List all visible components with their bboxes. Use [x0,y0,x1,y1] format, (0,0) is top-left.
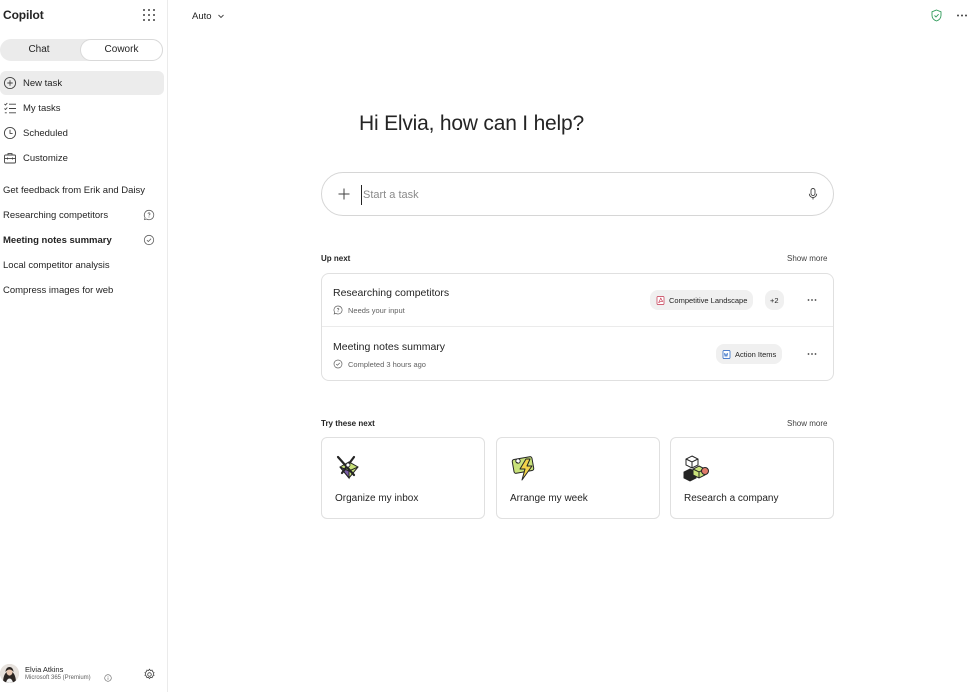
nav-my-tasks[interactable]: My tasks [0,96,164,120]
microphone-icon[interactable] [807,187,819,201]
nav-new-task[interactable]: New task [0,71,164,95]
avatar [0,664,19,683]
nav-label: Customize [23,152,68,164]
start-task-input[interactable] [361,185,781,205]
suggestion-label: Arrange my week [510,493,588,504]
pdf-file-icon [656,295,665,305]
task-item-local-competitor-analysis[interactable]: Local competitor analysis [0,254,164,276]
task-item-get-feedback[interactable]: Get feedback from Erik and Daisy [0,179,164,201]
cubes-illustration-icon [683,453,713,483]
check-circle-icon [143,234,155,246]
toolbox-icon [3,151,17,165]
profile-area[interactable]: Elvia Atkins Microsoft 365 (Premium) [0,663,167,687]
app-launcher-icon[interactable] [141,7,157,23]
attachment-chip-action-items[interactable]: Action Items [716,344,783,364]
task-label: Local competitor analysis [3,259,110,271]
up-next-show-more-link[interactable]: Show more [787,254,827,263]
profile-name: Elvia Atkins [25,665,64,674]
task-list-icon [3,101,17,115]
up-next-item-researching-competitors[interactable]: Researching competitors Needs your input… [322,274,833,327]
task-label: Get feedback from Erik and Daisy [3,184,146,196]
check-circle-icon [333,359,343,369]
sidebar: Copilot Chat Cowork New task My tasks Sc… [0,0,168,692]
inbox-illustration-icon [334,453,364,483]
tab-chat[interactable]: Chat [0,39,78,61]
up-next-status: Completed 3 hours ago [333,359,426,369]
up-next-item-meeting-notes-summary[interactable]: Meeting notes summary Completed 3 hours … [322,328,833,381]
nav-label: Scheduled [23,127,68,139]
task-item-researching-competitors[interactable]: Researching competitors [0,204,164,226]
task-label: Meeting notes summary [3,234,112,246]
nav-customize[interactable]: Customize [0,146,164,170]
up-next-title: Meeting notes summary [333,341,446,353]
profile-plan: Microsoft 365 (Premium) [25,675,91,681]
task-label: Compress images for web [3,284,114,296]
mode-switcher: Chat Cowork [0,39,163,61]
try-next-show-more-link[interactable]: Show more [787,419,827,428]
suggestion-card-arrange-week[interactable]: Arrange my week [496,437,660,519]
shield-check-icon[interactable] [930,9,943,22]
suggestion-label: Organize my inbox [335,493,419,504]
suggestion-card-organize-inbox[interactable]: Organize my inbox [321,437,485,519]
copilot-app: Copilot Chat Cowork New task My tasks Sc… [0,0,979,692]
more-options-icon[interactable] [805,347,819,361]
up-next-card: Researching competitors Needs your input… [321,273,834,381]
chip-label: Action Items [735,349,777,359]
suggestion-label: Research a company [684,493,779,504]
up-next-title: Researching competitors [333,287,450,299]
app-title: Copilot [3,8,44,22]
task-label: Researching competitors [3,209,109,221]
chevron-down-icon [217,12,225,20]
tab-cowork[interactable]: Cowork [80,39,163,61]
more-options-icon[interactable] [955,9,969,22]
chat-help-icon [333,305,343,315]
model-picker[interactable]: Auto [192,9,225,23]
task-composer [321,172,834,216]
try-next-heading: Try these next [321,419,375,428]
up-next-status-text: Needs your input [348,305,405,315]
nav-scheduled[interactable]: Scheduled [0,121,164,145]
plus-icon[interactable] [337,187,351,201]
up-next-status-text: Completed 3 hours ago [348,359,426,369]
chip-count: +2 [770,295,779,305]
model-label: Auto [192,10,212,22]
task-item-meeting-notes-summary[interactable]: Meeting notes summary [0,229,164,251]
word-file-icon [722,349,731,359]
chat-help-icon [143,209,155,221]
info-icon[interactable] [104,674,112,682]
nav-label: New task [23,77,63,89]
plus-circle-icon [3,76,17,90]
more-options-icon[interactable] [805,293,819,307]
settings-gear-icon[interactable] [143,668,156,681]
up-next-heading: Up next [321,254,351,263]
more-attachments-chip[interactable]: +2 [765,290,784,310]
nav-label: My tasks [23,102,61,114]
clock-icon [3,126,17,140]
up-next-status: Needs your input [333,305,405,315]
task-item-compress-images[interactable]: Compress images for web [0,279,164,301]
calendar-bolt-illustration-icon [509,453,539,483]
chip-label: Competitive Landscape [669,295,748,305]
greeting: Hi Elvia, how can I help? [359,112,584,135]
suggestion-card-research-company[interactable]: Research a company [670,437,834,519]
attachment-chip-competitive-landscape[interactable]: Competitive Landscape [650,290,754,310]
